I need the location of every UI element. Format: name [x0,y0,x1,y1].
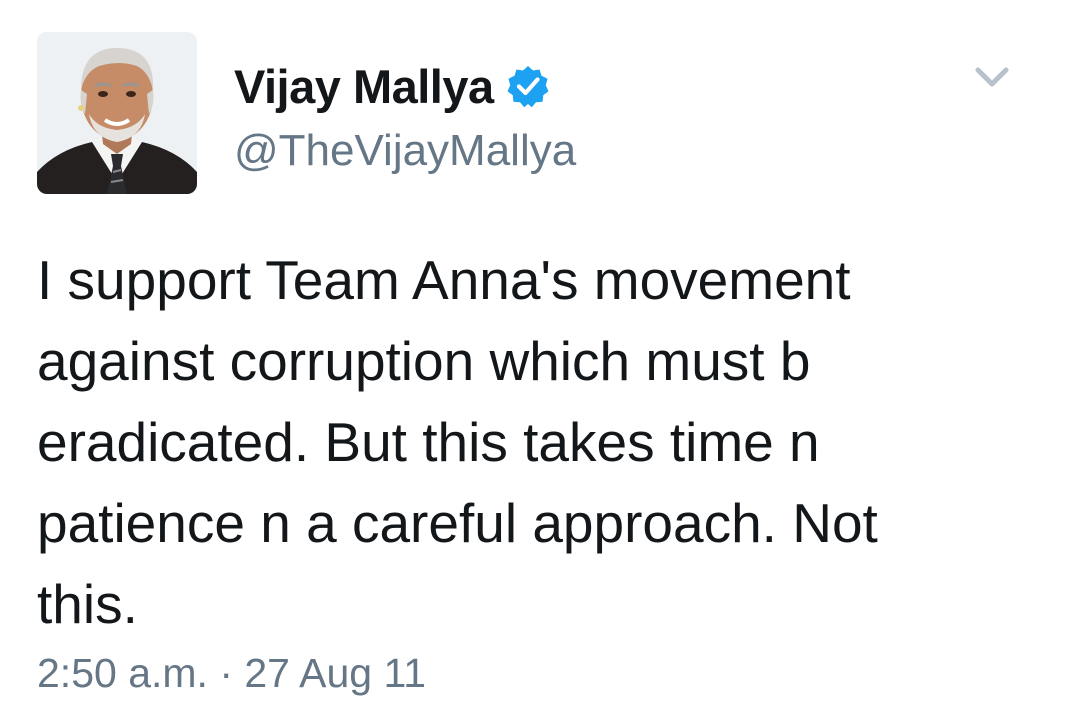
tweet-text: I support Team Anna's movement against c… [37,249,878,635]
tweet-card: Vijay Mallya @TheVijayMallya I support T… [0,0,1080,728]
tweet-timestamp[interactable]: 2:50 a.m. · 27 Aug 11 [37,650,426,697]
verified-badge-icon [506,64,550,108]
display-name[interactable]: Vijay Mallya [234,59,494,114]
username-handle[interactable]: @TheVijayMallya [234,126,576,176]
avatar[interactable] [37,32,197,194]
author-header: Vijay Mallya [234,56,550,116]
chevron-down-icon[interactable] [970,60,1014,96]
profile-photo [37,32,197,194]
